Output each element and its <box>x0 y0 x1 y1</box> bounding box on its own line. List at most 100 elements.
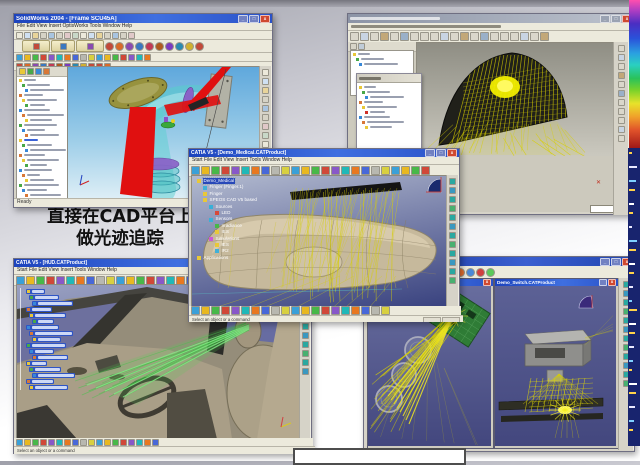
toolbar-button[interactable] <box>96 439 103 446</box>
toolbar-button[interactable] <box>449 205 456 212</box>
toolbar-button[interactable] <box>104 439 111 446</box>
toolbar-button[interactable] <box>449 250 456 257</box>
minimize-button[interactable]: _ <box>600 15 610 23</box>
tree-item[interactable] <box>29 331 73 336</box>
window-a-toolbar-optisworks[interactable] <box>14 40 272 53</box>
toolbar-button[interactable] <box>262 123 269 130</box>
toolbar-button[interactable] <box>440 32 449 41</box>
window-a-toolbar-standard[interactable] <box>14 31 272 40</box>
window-c-right-toolbar[interactable] <box>446 175 459 309</box>
tree-item[interactable] <box>22 113 67 117</box>
toolbar-button[interactable] <box>136 54 143 61</box>
tab-settings[interactable] <box>358 43 365 50</box>
child2-titlebar[interactable]: Demo_Switch.CATProduct x <box>495 279 618 286</box>
toolbar-button[interactable] <box>321 166 330 175</box>
toolbar-button[interactable] <box>411 166 420 175</box>
tree-item[interactable] <box>25 103 67 107</box>
toolbar-button[interactable] <box>341 306 350 315</box>
toolbar-button[interactable] <box>72 54 79 61</box>
toolbar-button[interactable] <box>401 166 410 175</box>
toolbar-button[interactable] <box>510 32 519 41</box>
toolbar-button[interactable] <box>460 32 469 41</box>
child2-viewport[interactable] <box>495 286 616 446</box>
toolbar-button[interactable] <box>104 32 111 39</box>
toolbar-button[interactable] <box>361 306 370 315</box>
command-button[interactable] <box>22 40 50 52</box>
minimize-button[interactable]: _ <box>600 258 610 266</box>
toolbar-button[interactable] <box>16 54 23 61</box>
tree-item[interactable] <box>359 85 421 89</box>
close-button[interactable]: x <box>447 149 457 157</box>
toolbar-button[interactable] <box>262 96 269 103</box>
toolbar-button[interactable] <box>48 54 55 61</box>
tree-item[interactable] <box>365 95 421 99</box>
toolbar-button[interactable] <box>241 166 250 175</box>
toolbar-button[interactable] <box>540 32 549 41</box>
toolbar-button[interactable] <box>165 42 174 51</box>
speos-tree-palette[interactable] <box>356 73 422 153</box>
tree-item[interactable] <box>22 188 67 192</box>
toolbar-button[interactable] <box>449 196 456 203</box>
toolbar-button[interactable] <box>391 166 400 175</box>
toolbar-button[interactable] <box>56 32 63 39</box>
window-catia-medical[interactable]: CATIA V5 - [Demo_Medical.CATProduct] _ □… <box>188 148 460 322</box>
toolbar-button[interactable] <box>40 54 47 61</box>
toolbar-button[interactable] <box>88 32 95 39</box>
toolbar-button[interactable] <box>618 108 625 115</box>
tree-item[interactable] <box>22 83 67 87</box>
toolbar-button[interactable] <box>449 187 456 194</box>
tree-item[interactable] <box>26 343 66 348</box>
toolbar-button[interactable] <box>380 32 389 41</box>
window-c-titlebar[interactable]: CATIA V5 - [Demo_Medical.CATProduct] _ □… <box>189 149 459 157</box>
tab-config[interactable] <box>35 68 42 75</box>
toolbar-button[interactable] <box>302 323 309 330</box>
toolbar-button[interactable] <box>251 306 260 315</box>
toolbar-button[interactable] <box>48 32 55 39</box>
tree-item[interactable] <box>26 289 45 294</box>
toolbar-button[interactable] <box>195 42 204 51</box>
tree-item[interactable] <box>19 153 67 157</box>
toolbar-button[interactable] <box>390 32 399 41</box>
minimize-button[interactable]: _ <box>238 15 248 23</box>
toolbar-button[interactable] <box>211 306 220 315</box>
tree-item[interactable] <box>359 115 421 119</box>
toolbar-button[interactable] <box>128 439 135 446</box>
feature-tree-tabs[interactable] <box>17 67 67 77</box>
toolbar-button[interactable] <box>262 105 269 112</box>
toolbar-button[interactable] <box>410 32 419 41</box>
window-a-titlebar[interactable]: SolidWorks 2004 - [Frame SCU45A] _ □ x <box>14 14 272 23</box>
toolbar-button[interactable] <box>231 166 240 175</box>
toolbar-button[interactable] <box>261 166 270 175</box>
tab-features[interactable] <box>19 68 26 75</box>
minimize-button[interactable]: _ <box>425 149 435 157</box>
toolbar-button[interactable] <box>281 166 290 175</box>
maximize-button[interactable]: □ <box>436 149 446 157</box>
toolbar-button[interactable] <box>449 241 456 248</box>
toolbar-button[interactable] <box>449 223 456 230</box>
toolbar-button[interactable] <box>40 32 47 39</box>
toolbar-button[interactable] <box>360 32 369 41</box>
toolbar-button[interactable] <box>128 54 135 61</box>
tree-item[interactable] <box>29 367 61 372</box>
toolbar-button[interactable] <box>301 306 310 315</box>
toolbar-button[interactable] <box>449 259 456 266</box>
child-window-switch[interactable]: Demo_Switch.CATProduct x <box>494 278 619 449</box>
toolbar-button[interactable] <box>449 277 456 284</box>
palette-titlebar[interactable] <box>357 74 421 83</box>
tree-item[interactable] <box>19 93 67 97</box>
toolbar-button[interactable] <box>64 54 71 61</box>
toolbar-button[interactable] <box>112 32 119 39</box>
toolbar-button[interactable] <box>261 306 270 315</box>
tree-item[interactable] <box>22 98 67 102</box>
toolbar-button[interactable] <box>96 32 103 39</box>
toolbar-button[interactable] <box>618 45 625 52</box>
toolbar-button[interactable] <box>470 32 479 41</box>
tree-item[interactable] <box>32 301 73 306</box>
toolbar-button[interactable] <box>175 42 184 51</box>
toolbar-button[interactable] <box>361 166 370 175</box>
toolbar-button[interactable] <box>341 166 350 175</box>
minimize-button[interactable] <box>599 279 607 286</box>
window-a-toolbar-view[interactable] <box>14 53 272 62</box>
toolbar-button[interactable] <box>262 114 269 121</box>
window-a-menubar[interactable]: File Edit View Insert OptisWorks Tools W… <box>14 23 272 31</box>
